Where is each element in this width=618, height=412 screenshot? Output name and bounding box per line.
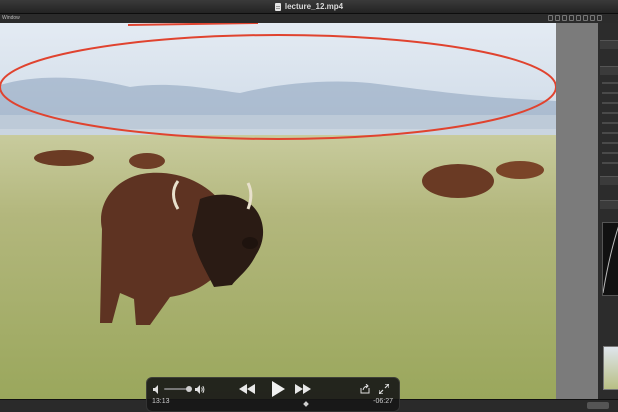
- distant-bison: [34, 150, 94, 166]
- panel-row: [602, 112, 618, 114]
- panel-row: [602, 142, 618, 144]
- panel-row: [602, 162, 618, 164]
- toolbar-tool-icon[interactable]: [583, 15, 588, 21]
- panel-row: [602, 82, 618, 84]
- volume-high-icon[interactable]: [194, 383, 206, 395]
- window-title: lecture_12.mp4: [0, 0, 618, 13]
- play-icon[interactable]: [269, 380, 287, 398]
- distant-bison: [129, 153, 165, 169]
- elapsed-time: 13:13: [152, 398, 170, 405]
- fast-forward-icon[interactable]: [293, 382, 313, 396]
- toolbar-tool-icon[interactable]: [548, 15, 553, 21]
- distant-bison: [496, 161, 544, 179]
- inspector-gutter: [556, 23, 598, 399]
- video-frame[interactable]: [0, 23, 556, 399]
- window-title-text: lecture_12.mp4: [284, 2, 344, 11]
- panel-section-header[interactable]: [600, 66, 618, 75]
- panel-section-header[interactable]: [600, 40, 618, 49]
- status-button[interactable]: [587, 402, 609, 409]
- panel-row: [602, 132, 618, 134]
- rewind-icon[interactable]: [237, 382, 257, 396]
- toolbar-tool-icon[interactable]: [569, 15, 574, 21]
- toolbar-icons: [548, 15, 602, 21]
- toolbar-tool-icon[interactable]: [576, 15, 581, 21]
- scene: [0, 23, 556, 399]
- panel-row: [602, 152, 618, 154]
- curve-line: [602, 226, 618, 294]
- panel-row: [602, 122, 618, 124]
- app-toolbar-label: Window: [2, 15, 20, 21]
- panel-section-header[interactable]: [600, 176, 618, 185]
- toolbar-tool-icon[interactable]: [590, 15, 595, 21]
- curves-graph[interactable]: [602, 222, 618, 296]
- panel-section-header[interactable]: [600, 200, 618, 209]
- toolbar-tool-icon[interactable]: [597, 15, 602, 21]
- remaining-time: -06:27: [373, 398, 393, 405]
- toolbar-tool-icon[interactable]: [562, 15, 567, 21]
- share-icon[interactable]: [359, 383, 371, 395]
- file-icon: [274, 2, 281, 11]
- inspector-panel: [598, 23, 618, 399]
- volume-slider-knob[interactable]: [186, 386, 192, 392]
- panel-row: [602, 92, 618, 94]
- panel-row: [602, 102, 618, 104]
- window-title-bar: lecture_12.mp4: [0, 0, 618, 14]
- scrubber-playhead[interactable]: [303, 401, 309, 407]
- photo-thumbnail[interactable]: [603, 346, 618, 390]
- volume-low-icon[interactable]: [152, 383, 162, 395]
- distant-bison: [422, 164, 494, 198]
- fullscreen-icon[interactable]: [378, 383, 390, 395]
- annotation-stroke: [127, 23, 259, 26]
- video-controller[interactable]: 13:13 -06:27: [146, 377, 400, 412]
- toolbar-tool-icon[interactable]: [555, 15, 560, 21]
